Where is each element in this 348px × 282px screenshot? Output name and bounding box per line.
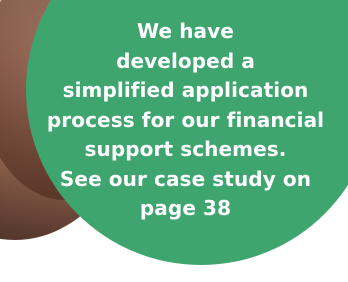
callout-line-7: page 38	[139, 196, 232, 220]
callout-line-4: process for our financial	[46, 107, 325, 132]
callout-line-1: We have	[137, 19, 234, 43]
callout-text: We have developed a simplified applicati…	[33, 17, 338, 224]
callout-line-6: See our case study on	[59, 166, 312, 191]
callout-line-2: developed a	[116, 48, 255, 73]
brochure-callout: We have developed a simplified applicati…	[0, 0, 348, 282]
callout-line-3: simplified application	[62, 78, 309, 102]
callout-line-5: support schemes.	[84, 137, 287, 161]
